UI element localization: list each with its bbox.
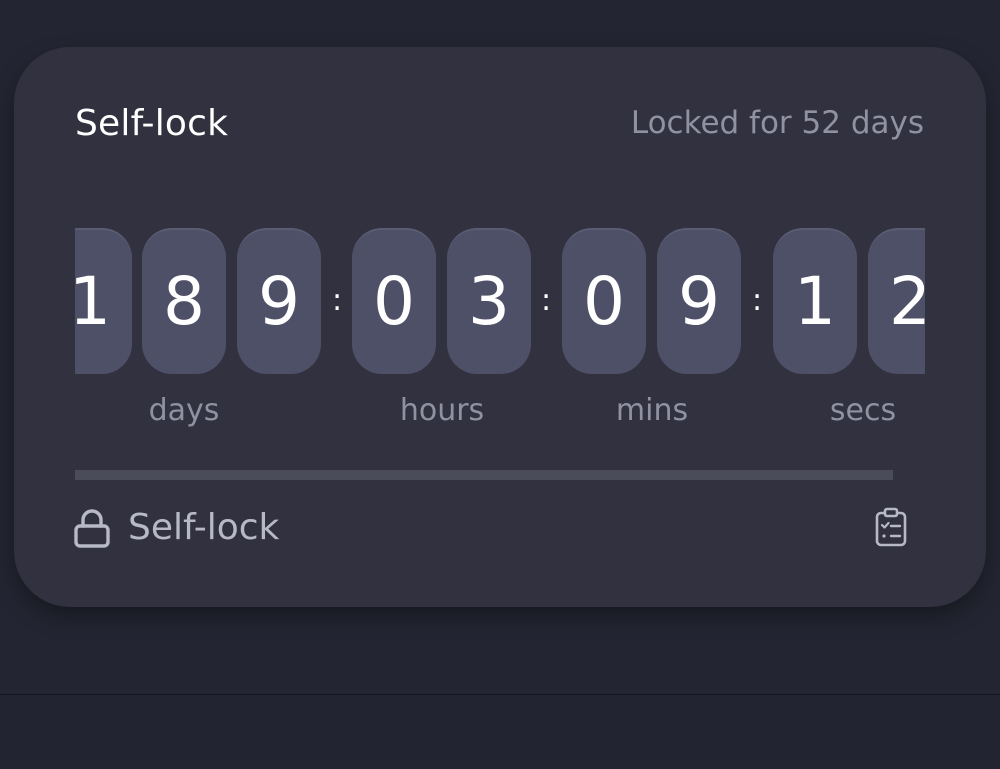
hours-digit-2: 3 (447, 228, 531, 374)
clipboard-checklist-icon[interactable] (874, 507, 908, 547)
secs-digit-1: 1 (773, 228, 857, 374)
mins-digit-2: 9 (657, 228, 741, 374)
days-label: days (148, 393, 220, 428)
footer-self-lock-label: Self-lock (128, 507, 280, 548)
days-digit-2: 8 (142, 228, 226, 374)
lock-progress-bar (75, 470, 893, 480)
mins-label: mins (615, 393, 689, 428)
hours-label: hours (399, 393, 485, 428)
card-title: Self-lock (75, 103, 229, 144)
lock-progress-fill (75, 470, 893, 480)
countdown-timer: 1 8 9 : 0 3 : 0 9 : 1 2 (75, 228, 925, 376)
lock-duration-status: Locked for 52 days (630, 105, 924, 141)
days-digit-1: 1 (75, 228, 132, 374)
secs-label: secs (829, 393, 897, 428)
separator-mins-secs: : (751, 283, 763, 318)
separator-days-hours: : (331, 283, 343, 318)
lock-icon (74, 508, 110, 548)
hours-digit-1: 0 (352, 228, 436, 374)
separator-hours-mins: : (540, 283, 552, 318)
mins-digit-1: 0 (562, 228, 646, 374)
bottom-area (0, 695, 1000, 769)
days-digit-3: 9 (237, 228, 321, 374)
secs-digit-2: 2 (868, 228, 925, 374)
self-lock-card[interactable]: Self-lock Locked for 52 days 1 8 9 : 0 3… (14, 47, 986, 607)
